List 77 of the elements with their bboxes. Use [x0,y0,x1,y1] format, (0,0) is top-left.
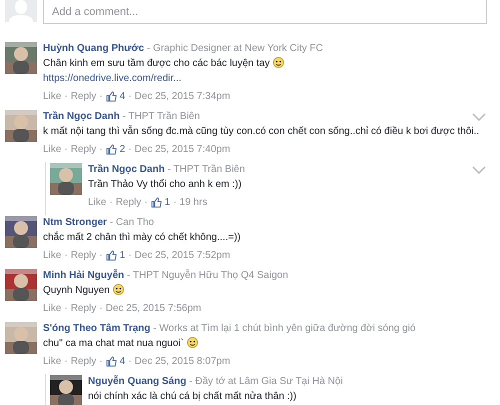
separator-dot: · [99,355,103,369]
commenter-name[interactable]: Trần Ngọc Danh [43,111,120,122]
comment-time[interactable]: Dec 25, 2015 8:07pm [134,354,230,369]
separator-dash: - [122,111,126,122]
commenter-info: Graphic Designer at New York City FC [152,43,324,54]
reply-link[interactable]: Reply [70,248,96,263]
commenter-name[interactable]: Minh Hải Nguyễn [43,270,124,281]
reply-link[interactable]: Reply [70,354,96,369]
like-link[interactable]: Like [43,89,62,104]
separator-dot: · [99,90,103,104]
comment-time[interactable]: Dec 25, 2015 7:40pm [134,142,230,157]
commenter-name[interactable]: Trần Ngọc Danh [88,164,165,175]
separator-dot: · [64,143,68,157]
thumbs-up-icon [106,250,117,261]
like-link[interactable]: Like [43,354,62,369]
separator-dot: · [144,196,148,210]
thumbs-up-icon [106,91,117,102]
separator-dash: - [110,217,114,228]
like-link[interactable]: Like [43,301,62,316]
commenter-info: Can Tho [116,217,154,228]
link[interactable]: https://onedrive.live.com/redir... [43,71,500,86]
commenter-name[interactable]: Huỳnh Quang Phước [43,43,144,54]
separator-dot: · [64,355,68,369]
comment-time[interactable]: Dec 25, 2015 7:34pm [134,89,230,104]
comment-time[interactable]: Dec 25, 2015 7:52pm [134,248,230,263]
comment-text: Chân kinh em sưu tầm được cho các bác luyện tay [43,58,270,69]
separator-dot: · [128,90,132,104]
commenter-info: Works at Tìm lại 1 chút bình yên giữa đường đời sóng gió [159,323,416,334]
separator-dash: - [126,270,130,281]
commenter-name[interactable]: S'óng Theo Tâm Trạng [43,323,150,334]
like-count: 4 [120,90,126,104]
separator-dot: · [64,90,68,104]
like-link[interactable]: Like [88,195,106,210]
commenter-name[interactable]: Nguyễn Quang Sáng [88,376,186,387]
reply-link[interactable]: Reply [70,142,96,157]
separator-dot: · [64,249,68,263]
separator-dot: · [99,249,103,263]
separator-dot: · [128,143,132,157]
reply-link[interactable]: Reply [116,195,142,210]
thumbs-up-icon [106,356,117,367]
comment-text: Quynh Nguyen [43,285,110,296]
reply-link[interactable]: Reply [70,89,96,104]
like-count: 1 [120,249,126,263]
like-link[interactable]: Like [43,142,62,157]
separator-dot: · [128,249,132,263]
separator-dot: · [64,302,68,316]
separator-dot: · [99,302,103,316]
commenter-name[interactable]: Ntm Stronger [43,217,107,228]
like-link[interactable]: Like [43,248,62,263]
like-count: 2 [120,143,126,157]
separator-dot: · [99,143,103,157]
reply-link[interactable]: Reply [70,301,96,316]
like-count: 1 [164,196,170,210]
comment-time[interactable]: Dec 25, 2015 7:56pm [106,301,202,316]
comment-text: Trần Thảo Vy thổi cho anh k em :)) [88,179,242,190]
separator-dash: - [167,164,171,175]
commenter-info: Đầy tớ at Lâm Gia Sư Tại Hà Nội [195,376,343,387]
comment-time[interactable]: 19 hrs [180,195,208,210]
like-count: 4 [120,355,126,369]
comment-input[interactable]: Add a comment... [43,0,487,24]
separator-dash: - [189,376,192,387]
chevron-down-icon[interactable] [472,166,486,174]
separator-dash: - [153,323,157,334]
separator-dot: · [173,196,177,210]
thumbs-up-icon [150,197,162,208]
comment-text: chắc mất 2 chân thì mày có chết không....=)) [43,232,241,243]
separator-dash: - [146,43,150,54]
comment-text: nói chính xác là chú cá bị chất mất nửa thân :)) [88,391,296,402]
comment-text: chu" ca ma chat mat nua nguoi` [43,338,184,349]
thumbs-up-icon [106,144,117,155]
comment-text: k mất nội tang thì vẫn sống đc.mà cũng tùy con.có con chết con sống..chỉ có điều k bơi được thôi.. [43,126,480,137]
commenter-info: THPT Nguyễn Hữu Thọ Q4 Saigon [132,270,288,281]
commenter-info: THPT Trần Biên [128,111,200,122]
chevron-down-icon[interactable] [472,113,486,121]
separator-dot: · [128,355,132,369]
commenter-info: THPT Trần Biên [173,164,245,175]
separator-dot: · [109,196,113,210]
